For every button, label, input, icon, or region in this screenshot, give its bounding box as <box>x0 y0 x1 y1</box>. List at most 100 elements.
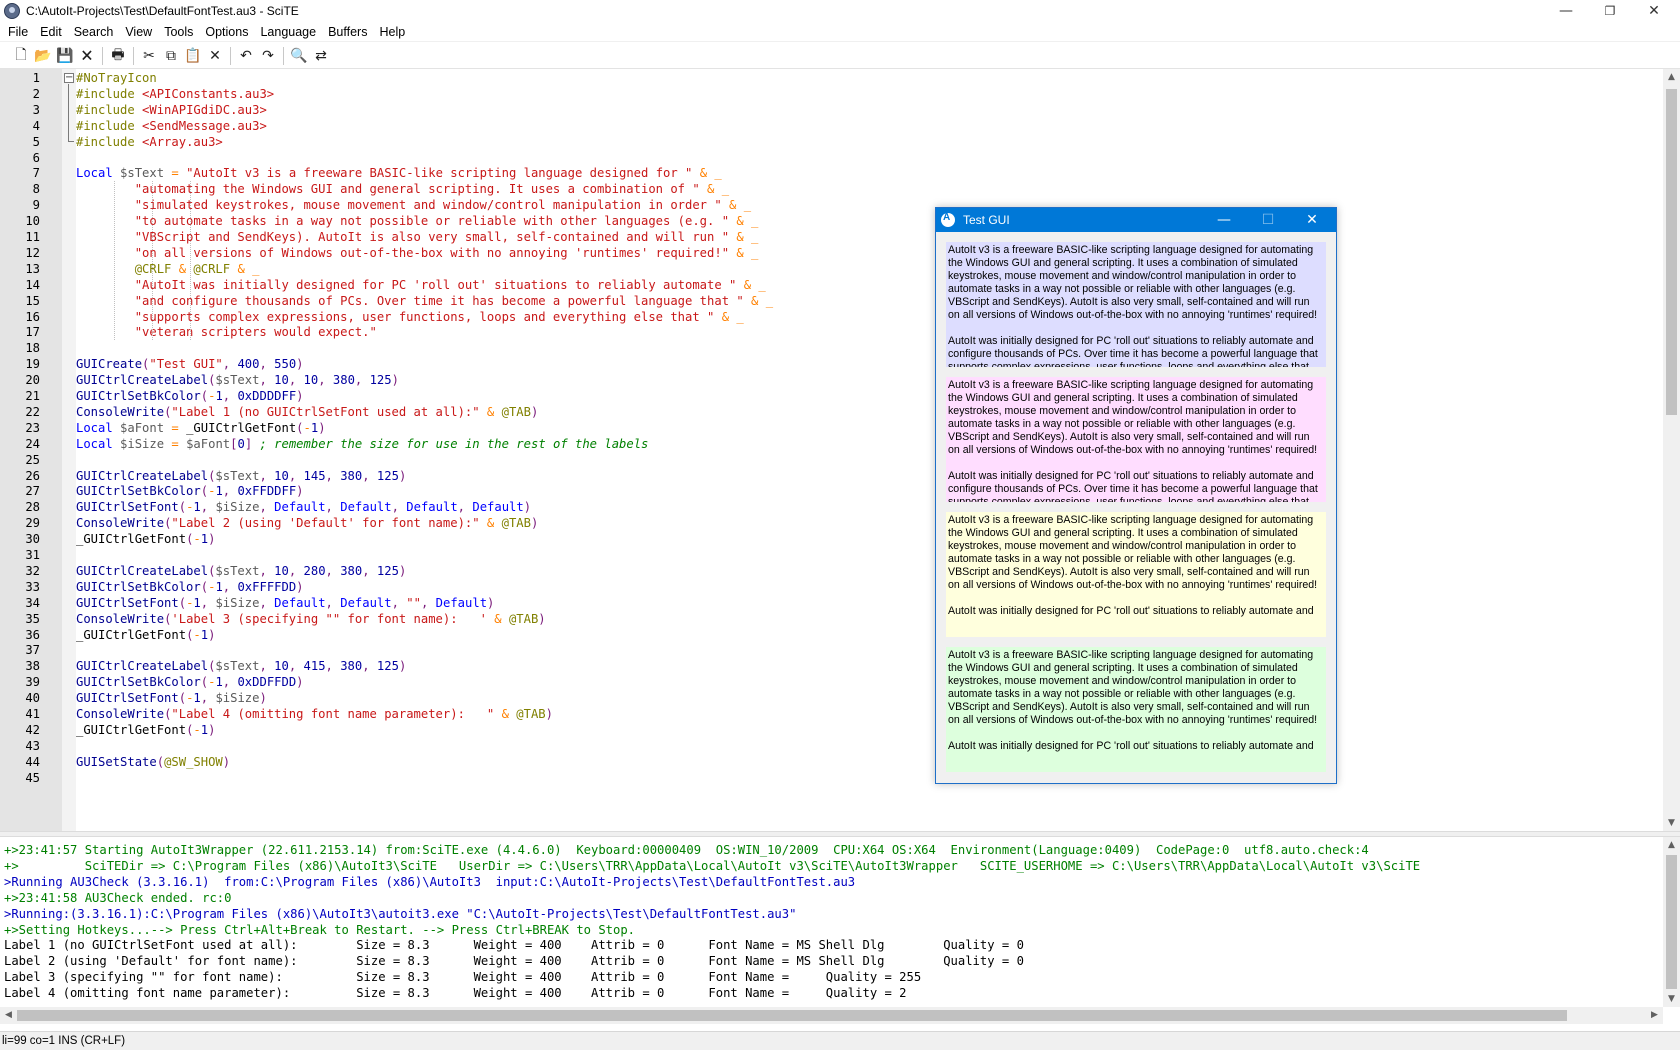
code-line[interactable]: ConsoleWrite("Label 4 (omitting font nam… <box>76 706 1656 723</box>
paste-icon[interactable]: 📋 <box>182 45 204 67</box>
code-token: ) <box>296 389 304 403</box>
code-line[interactable]: @CRLF & @CRLF & _ <box>76 261 1656 278</box>
gui-maximize-button[interactable]: ☐ <box>1246 208 1290 232</box>
code-line[interactable] <box>76 547 1656 564</box>
code-line[interactable]: #include <WinAPIGdiDC.au3> <box>76 102 1656 119</box>
replace-icon[interactable]: ⇄ <box>310 45 332 67</box>
scroll-up-arrow-icon[interactable]: ▲ <box>1663 69 1680 85</box>
scroll-up-arrow-icon[interactable]: ▲ <box>1663 837 1680 853</box>
editor-vertical-scrollbar[interactable]: ▲ ▼ <box>1663 69 1680 831</box>
menu-file[interactable]: File <box>2 25 34 39</box>
code-token: GUICtrlCreateLabel <box>76 373 209 387</box>
output-horizontal-scrollbar[interactable]: ◀ ▶ <box>0 1007 1663 1024</box>
code-line[interactable]: Local $sText = "AutoIt v3 is a freeware … <box>76 165 1656 182</box>
code-line[interactable]: ConsoleWrite("Label 2 (using 'Default' f… <box>76 515 1656 532</box>
code-line[interactable]: _GUICtrlGetFont(-1) <box>76 531 1656 548</box>
code-line[interactable] <box>76 340 1656 357</box>
code-line[interactable]: GUICtrlCreateLabel($sText, 10, 280, 380,… <box>76 563 1656 580</box>
new-file-icon[interactable]: 🗋 <box>10 45 32 67</box>
menu-help[interactable]: Help <box>373 25 411 39</box>
delete-icon[interactable]: ✕ <box>204 45 226 67</box>
code-line[interactable]: "to automate tasks in a way not possible… <box>76 213 1656 230</box>
editor-scroll-thumb[interactable] <box>1666 89 1677 415</box>
code-line[interactable]: GUICtrlCreateLabel($sText, 10, 415, 380,… <box>76 658 1656 675</box>
code-line[interactable]: GUICtrlCreateLabel($sText, 10, 10, 380, … <box>76 372 1656 389</box>
fold-margin[interactable] <box>62 69 76 831</box>
output-scroll-thumb[interactable] <box>1666 855 1677 989</box>
code-line[interactable]: "simulated keystrokes, mouse movement an… <box>76 197 1656 214</box>
code-line[interactable]: "AutoIt was initially designed for PC 'r… <box>76 277 1656 294</box>
code-token: 'Label 3 (specifying "" for font name): … <box>171 612 487 626</box>
menu-edit[interactable]: Edit <box>34 25 68 39</box>
copy-icon[interactable]: ⧉ <box>160 45 182 67</box>
scroll-right-arrow-icon[interactable]: ▶ <box>1646 1007 1663 1023</box>
code-line[interactable]: ConsoleWrite("Label 1 (no GUICtrlSetFont… <box>76 404 1656 421</box>
restore-button[interactable]: ❐ <box>1588 0 1632 22</box>
scroll-left-arrow-icon[interactable]: ◀ <box>0 1007 17 1023</box>
cut-icon[interactable]: ✂ <box>138 45 160 67</box>
code-line[interactable]: GUICtrlSetBkColor(-1, 0xFFDDFF) <box>76 483 1656 500</box>
code-line[interactable]: #include <APIConstants.au3> <box>76 86 1656 103</box>
code-line[interactable]: _GUICtrlGetFont(-1) <box>76 722 1656 739</box>
menu-search[interactable]: Search <box>68 25 120 39</box>
code-line[interactable] <box>76 642 1656 659</box>
code-token: #include <box>76 87 143 101</box>
code-line[interactable]: GUICtrlSetBkColor(-1, 0xDDFFDD) <box>76 674 1656 691</box>
scroll-down-arrow-icon[interactable]: ▼ <box>1663 991 1680 1007</box>
code-line[interactable] <box>76 738 1656 755</box>
code-line[interactable]: "veteran scripters would expect." <box>76 324 1656 341</box>
close-file-icon[interactable]: 🗙 <box>76 45 98 67</box>
code-line[interactable] <box>76 452 1656 469</box>
find-icon[interactable]: 🔍 <box>288 45 310 67</box>
code-line[interactable]: GUICtrlSetFont(-1, $iSize, Default, Defa… <box>76 499 1656 516</box>
code-token: 145 <box>303 469 326 483</box>
output-hscroll-thumb[interactable] <box>17 1010 1567 1021</box>
menu-tools[interactable]: Tools <box>158 25 199 39</box>
menu-language[interactable]: Language <box>254 25 322 39</box>
test-gui-window[interactable]: Test GUI — ☐ ✕ AutoIt v3 is a freeware B… <box>935 207 1337 784</box>
code-line[interactable]: GUICtrlSetBkColor(-1, 0xFFFFDD) <box>76 579 1656 596</box>
code-line[interactable]: ConsoleWrite('Label 3 (specifying "" for… <box>76 611 1656 628</box>
gui-minimize-button[interactable]: — <box>1202 208 1246 232</box>
output-pane[interactable]: +>23:41:57 Starting AutoIt3Wrapper (22.6… <box>0 837 1663 1007</box>
code-editor[interactable]: 1 2 3 4 5 6 7 8 9 10 11 12 13 14 15 16 17 18 19 20 21 22 23 24 2… <box>0 69 1680 831</box>
scroll-down-arrow-icon[interactable]: ▼ <box>1663 815 1680 831</box>
code-line[interactable]: GUICtrlSetFont(-1, $iSize, Default, Defa… <box>76 595 1656 612</box>
line-number: 32 <box>25 564 40 578</box>
menu-view[interactable]: View <box>119 25 158 39</box>
close-button[interactable]: ✕ <box>1632 0 1676 22</box>
redo-icon[interactable]: ↷ <box>257 45 279 67</box>
code-line[interactable]: "automating the Windows GUI and general … <box>76 181 1656 198</box>
code-line[interactable]: GUICtrlSetBkColor(-1, 0xDDDDFF) <box>76 388 1656 405</box>
code-line[interactable]: "on all versions of Windows out-of-the-b… <box>76 245 1656 262</box>
minimize-button[interactable]: — <box>1544 0 1588 22</box>
code-token: & _ <box>736 278 766 292</box>
code-token: ( <box>178 596 187 610</box>
code-token: 280 <box>303 564 326 578</box>
menu-options[interactable]: Options <box>199 25 254 39</box>
code-line[interactable]: #NoTrayIcon <box>76 70 1656 87</box>
code-line[interactable]: "and configure thousands of PCs. Over ti… <box>76 293 1656 310</box>
scite-app-icon[interactable] <box>4 3 20 19</box>
print-icon[interactable]: 🖶 <box>107 45 129 67</box>
code-line[interactable]: Local $iSize = $aFont[0] ; remember the … <box>76 436 1656 453</box>
code-line[interactable]: GUICreate("Test GUI", 400, 550) <box>76 356 1656 373</box>
fold-collapse-icon[interactable]: − <box>64 73 74 83</box>
open-folder-icon[interactable]: 📂 <box>32 45 54 67</box>
save-icon[interactable]: 💾 <box>54 45 76 67</box>
code-line[interactable]: Local $aFont = _GUICtrlGetFont(-1) <box>76 420 1656 437</box>
menu-buffers[interactable]: Buffers <box>322 25 373 39</box>
test-gui-titlebar[interactable]: Test GUI — ☐ ✕ <box>936 208 1336 232</box>
code-line[interactable]: GUISetState(@SW_SHOW) <box>76 754 1656 771</box>
code-line[interactable]: #include <SendMessage.au3> <box>76 118 1656 135</box>
output-vertical-scrollbar[interactable]: ▲ ▼ <box>1663 837 1680 1007</box>
code-line[interactable]: "VBScript and SendKeys). AutoIt is also … <box>76 229 1656 246</box>
code-line[interactable]: GUICtrlSetFont(-1, $iSize) <box>76 690 1656 707</box>
undo-icon[interactable]: ↶ <box>235 45 257 67</box>
code-token: GUICtrlSetFont <box>76 596 179 610</box>
gui-close-button[interactable]: ✕ <box>1290 208 1334 232</box>
toolbar-separator <box>283 46 284 65</box>
code-line[interactable] <box>76 770 1656 787</box>
code-line[interactable]: #include <Array.au3> <box>76 134 1656 151</box>
code-area[interactable]: #NoTrayIcon #include <APIConstants.au3> #i… <box>76 69 1660 831</box>
